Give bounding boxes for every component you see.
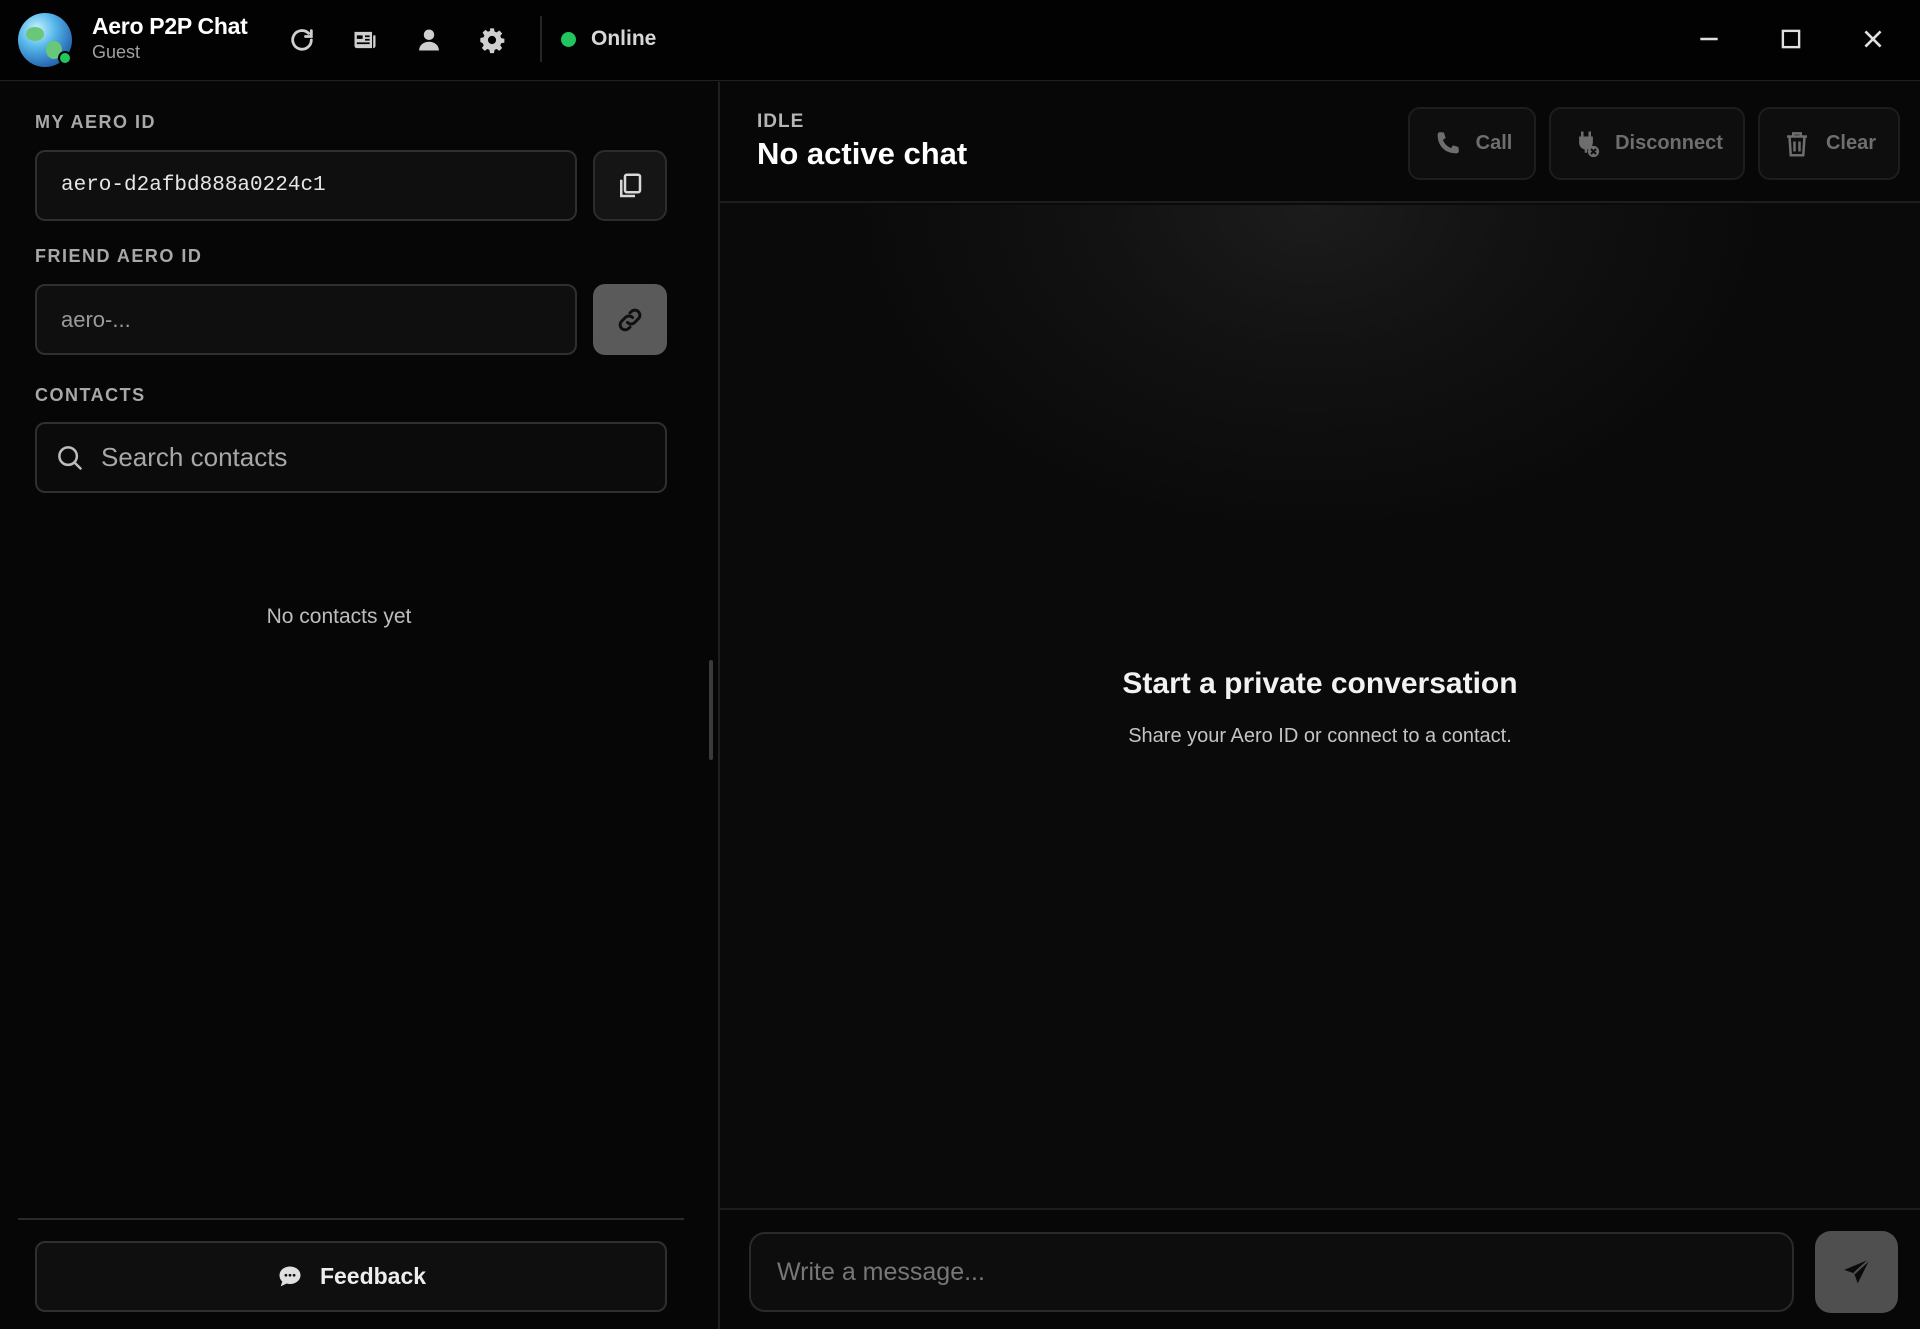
close-button[interactable] [1850,18,1896,60]
presence-indicator [58,51,72,65]
sidebar-resize-handle[interactable] [709,660,713,760]
empty-chat-subtitle: Share your Aero ID or connect to a conta… [1128,725,1512,747]
disconnect-label: Disconnect [1615,132,1723,154]
user-name: Guest [92,42,141,62]
friend-id-field[interactable] [35,284,577,355]
settings-icon[interactable] [474,22,510,58]
sidebar: MY AERO ID FRIEND AERO ID CONTACTS [0,82,718,1329]
contact-search[interactable] [35,422,667,493]
toolbar-separator [540,16,542,62]
search-input[interactable] [101,442,665,473]
message-input[interactable] [777,1257,1792,1287]
news-icon[interactable] [347,22,383,58]
send-button[interactable] [1815,1231,1898,1313]
send-icon [1843,1258,1870,1284]
unplug-icon [1579,131,1600,157]
feedback-button[interactable]: Feedback [35,1241,667,1312]
minimize-button[interactable] [1686,18,1732,60]
trash-icon [1786,131,1807,156]
sidebar-footer-divider [18,1218,684,1220]
chat-panel: IDLE No active chat Call Disconnect Clea… [720,82,1920,1329]
chat-header: IDLE No active chat Call Disconnect Clea… [720,82,1920,203]
call-label: Call [1475,132,1513,154]
message-field[interactable] [749,1232,1794,1312]
friend-id-input[interactable] [61,306,575,333]
maximize-button[interactable] [1768,18,1814,60]
minimize-icon [1700,37,1718,41]
chat-bubble-icon [279,1266,301,1286]
call-button[interactable]: Call [1408,107,1536,180]
app-title: Aero P2P Chat [92,13,248,39]
search-icon [58,445,83,470]
refresh-icon[interactable] [284,22,320,58]
title-bar: Aero P2P Chat Guest Online [0,0,1920,81]
link-icon [618,308,642,331]
online-status-icon [561,32,576,47]
chat-title: No active chat [757,136,968,171]
my-id-field[interactable] [35,150,577,221]
app-window: Aero P2P Chat Guest Online MY AERO ID ae… [0,0,1920,1329]
profile-icon[interactable] [411,22,447,58]
my-id-input[interactable] [61,174,575,197]
maximize-icon [1781,29,1801,49]
chat-messages-area: Start a private conversation Share your … [720,205,1920,1208]
contacts-label: CONTACTS [35,385,146,405]
friend-id-label: FRIEND AERO ID [35,246,203,266]
clear-label: Clear [1825,132,1877,154]
close-icon [1864,30,1882,48]
disconnect-button[interactable]: Disconnect [1549,107,1745,180]
empty-chat-title: Start a private conversation [1122,667,1518,700]
my-id-label: MY AERO ID [35,112,157,132]
copy-icon [620,173,642,197]
clear-button[interactable]: Clear [1758,107,1900,180]
connect-button[interactable] [593,284,667,355]
empty-contacts-message: No contacts yet [266,605,412,628]
message-composer [720,1208,1920,1329]
feedback-label: Feedback [319,1263,427,1289]
copy-id-button[interactable] [593,150,667,221]
phone-icon [1437,131,1459,153]
connection-status: Online [591,27,657,50]
chat-state-label: IDLE [757,111,805,132]
